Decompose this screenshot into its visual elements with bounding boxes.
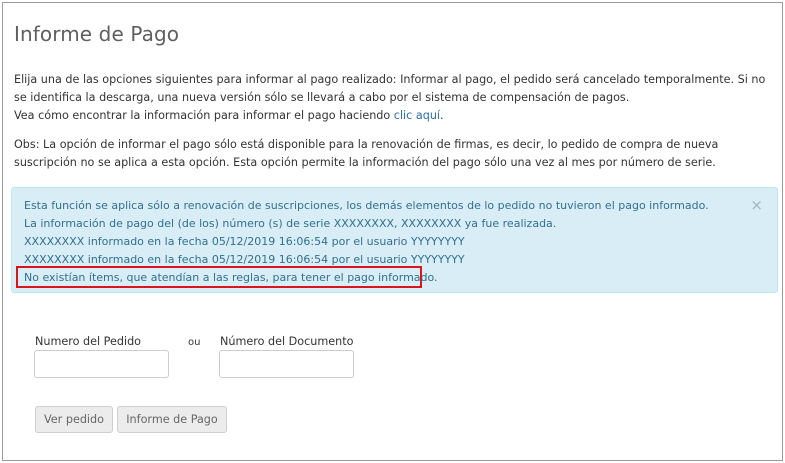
highlight-box [16,266,422,288]
documento-label: Número del Documento [220,335,354,348]
intro-text: Elija una de las opciones siguientes par… [14,73,766,104]
info-alert: Esta función se aplica sólo a renovación… [11,187,778,293]
informe-pago-button[interactable]: Informe de Pago [117,406,227,433]
page-title: Informe de Pago [14,22,180,46]
observation-paragraph: Obs: La opción de informar el pago sólo … [14,138,719,169]
page-frame: Informe de Pago Elija una de las opcione… [2,2,783,461]
alert-line: XXXXXXXX informado en la fecha 05/12/201… [24,235,465,248]
pedido-label: Numero del Pedido [35,335,142,348]
pedido-input[interactable] [34,350,169,378]
intro-paragraph: Elija una de las opciones siguientes par… [14,71,780,125]
alert-line: XXXXXXXX informado en la fecha 05/12/201… [24,253,465,266]
close-icon[interactable]: × [750,198,763,213]
alert-line: Esta función se aplica sólo a renovación… [24,199,709,212]
howto-suffix: . [440,109,444,122]
or-label: ou [188,337,201,348]
ver-pedido-button[interactable]: Ver pedido [35,406,113,433]
howto-prefix: Vea cómo encontrar la información para i… [14,109,394,122]
documento-input[interactable] [219,350,354,378]
alert-line: La información de pago del (de los) núme… [24,217,557,230]
click-here-link[interactable]: clic aquí [394,109,440,122]
